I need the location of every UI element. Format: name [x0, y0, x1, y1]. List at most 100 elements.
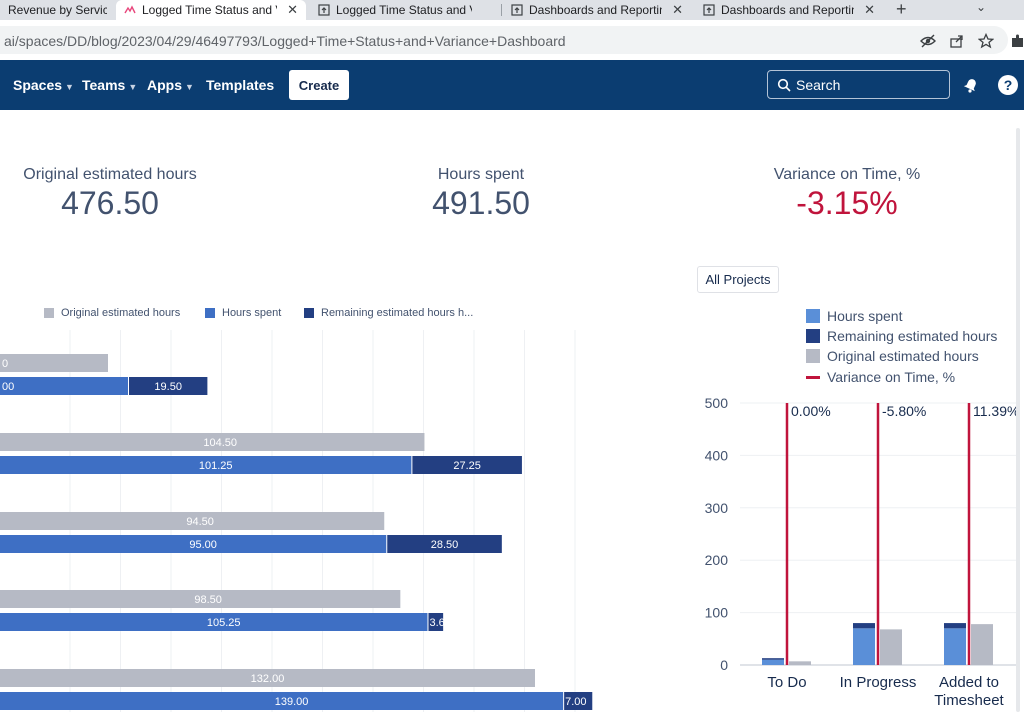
- address-bar[interactable]: ai/spaces/DD/blog/2023/04/29/46497793/Lo…: [0, 26, 1008, 54]
- y-tick-label: 400: [705, 447, 729, 463]
- tab-search-chevron-icon[interactable]: ⌄: [976, 0, 986, 14]
- share-icon[interactable]: [949, 33, 965, 49]
- nav-teams-label: Teams: [82, 77, 126, 93]
- original-bar-label: 94.50: [186, 516, 214, 528]
- remaining-bar-label: 27.25: [453, 460, 481, 472]
- hours-by-status-bar-chart: 0 100 200 300 400 500 0.00% To Do -5.80% In Progr…: [705, 395, 1016, 709]
- nav-spaces[interactable]: Spaces ▼: [13, 77, 74, 93]
- remaining-bar-label: 7.00: [565, 696, 586, 708]
- y-tick-label: 500: [705, 395, 729, 411]
- search-input[interactable]: Search: [767, 70, 950, 99]
- legend-swatch: [806, 309, 820, 323]
- hours-spent-bar: [944, 628, 966, 665]
- kpi-label: Original estimated hours: [23, 166, 197, 183]
- kpi-original-estimated: Original estimated hours 476.50: [10, 166, 210, 222]
- page-favicon-icon: [703, 4, 715, 16]
- legend-swatch: [806, 329, 820, 343]
- kpi-value: 476.50: [61, 185, 159, 221]
- browser-tab[interactable]: Dashboards and Reporting ✕: [695, 0, 883, 20]
- legend-swatch: [44, 308, 54, 318]
- browser-tab[interactable]: Logged Time Status and Va: [310, 0, 500, 20]
- tab-title: Dashboards and Reporting: [529, 3, 663, 17]
- hours-spent-bar: [0, 377, 128, 395]
- remaining-bar: [762, 658, 784, 660]
- remaining-bar: [944, 623, 966, 629]
- x-tick-label: To Do: [767, 674, 806, 691]
- browser-tab[interactable]: Dashboards and Reporting ✕: [503, 0, 691, 20]
- hours-spent-bar: [853, 628, 875, 665]
- notifications-bell-icon[interactable]: [962, 76, 980, 94]
- search-icon: [777, 78, 791, 92]
- nav-templates[interactable]: Templates: [206, 77, 274, 93]
- page-scrollbar[interactable]: [1016, 128, 1020, 712]
- original-bar-label: 132.00: [251, 673, 285, 685]
- bookmark-star-icon[interactable]: [978, 33, 994, 49]
- page-favicon-icon: [318, 4, 330, 16]
- nav-apps[interactable]: Apps ▼: [147, 77, 194, 93]
- kpi-value: -3.15%: [796, 185, 898, 221]
- tab-title: Logged Time Status and Va: [336, 3, 472, 17]
- legend-label: Hours spent: [222, 307, 282, 319]
- legend-label: Original estimated hours: [61, 307, 181, 319]
- kpi-label: Hours spent: [437, 166, 525, 183]
- nav-teams[interactable]: Teams ▼: [82, 77, 137, 93]
- legend-label: Variance on Time, %: [827, 369, 956, 385]
- extensions-puzzle-icon[interactable]: [1010, 33, 1024, 49]
- browser-tab[interactable]: Revenue by Service: [0, 0, 115, 20]
- kpi-variance: Variance on Time, % -3.15%: [747, 166, 947, 222]
- legend-item[interactable]: Variance on Time, %: [806, 369, 955, 385]
- x-tick-label: In Progress: [840, 674, 917, 691]
- hours-spent-bar: [762, 659, 784, 665]
- y-tick-label: 100: [705, 605, 729, 621]
- legend-item[interactable]: Original estimated hours: [44, 307, 180, 319]
- close-tab-icon[interactable]: ✕: [672, 2, 683, 18]
- url-text: ai/spaces/DD/blog/2023/04/29/46497793/Lo…: [4, 33, 566, 49]
- y-tick-label: 200: [705, 552, 729, 568]
- remaining-bar-label: 28.50: [431, 539, 459, 551]
- hours-spent-bar-label: 101.25: [199, 460, 233, 472]
- legend-item[interactable]: Original estimated hours: [806, 348, 979, 364]
- hours-by-project-bar-chart: 000 19.50104.50101.25 27.2594.5095.00 28.50…: [0, 330, 593, 712]
- variance-label: 0.00%: [791, 403, 831, 419]
- original-bar: [880, 629, 902, 665]
- y-tick-label: 300: [705, 500, 729, 516]
- legend-label: Original estimated hours: [827, 348, 979, 364]
- legend-item[interactable]: Hours spent: [806, 308, 902, 324]
- nav-templates-label: Templates: [206, 77, 275, 93]
- top-navigation: Spaces ▼ Teams ▼ Apps ▼ Templates Create Se…: [0, 60, 1024, 110]
- remaining-bar-label: 19.50: [154, 381, 182, 393]
- eye-off-icon[interactable]: [920, 33, 936, 49]
- address-bar-row: ai/spaces/DD/blog/2023/04/29/46497793/Lo…: [0, 20, 1024, 60]
- all-projects-filter-button[interactable]: All Projects: [697, 266, 779, 293]
- legend-item[interactable]: Hours spent: [205, 307, 281, 319]
- chevron-down-icon: ▼: [128, 82, 138, 92]
- legend-item[interactable]: Remaining estimated hours h...: [304, 307, 473, 319]
- tab-title: Dashboards and Reporting: [721, 3, 855, 17]
- close-tab-icon[interactable]: ✕: [864, 2, 875, 18]
- original-bar: [0, 354, 108, 372]
- legend-swatch: [806, 349, 820, 363]
- variance-label: -5.80%: [882, 403, 926, 419]
- legend-swatch: [205, 308, 215, 318]
- hours-spent-bar-label: 105.25: [207, 617, 241, 629]
- remaining-bar-label: 3.65: [429, 617, 450, 629]
- original-bar-label: 0: [2, 358, 8, 370]
- legend-swatch: [304, 308, 314, 318]
- y-tick-label: 0: [720, 657, 728, 673]
- kpi-hours-spent: Hours spent 491.50: [381, 166, 581, 222]
- legend-label: Remaining estimated hours h...: [321, 307, 474, 319]
- close-tab-icon[interactable]: ✕: [287, 2, 298, 18]
- create-button[interactable]: Create: [289, 70, 349, 100]
- remaining-bar: [853, 623, 875, 629]
- tab-separator: [501, 4, 502, 16]
- original-bar-label: 98.50: [194, 594, 222, 606]
- legend-item[interactable]: Remaining estimated hours: [806, 328, 997, 344]
- hours-spent-bar-label: 00: [2, 381, 14, 393]
- new-tab-icon[interactable]: +: [896, 0, 907, 20]
- browser-tab-active[interactable]: Logged Time Status and Va ✕: [116, 0, 306, 20]
- nav-spaces-label: Spaces: [13, 77, 63, 93]
- page-favicon-icon: [511, 4, 523, 16]
- x-tick-label: Added to: [939, 674, 999, 691]
- help-icon[interactable]: ?: [998, 75, 1018, 95]
- original-bar: [971, 624, 993, 665]
